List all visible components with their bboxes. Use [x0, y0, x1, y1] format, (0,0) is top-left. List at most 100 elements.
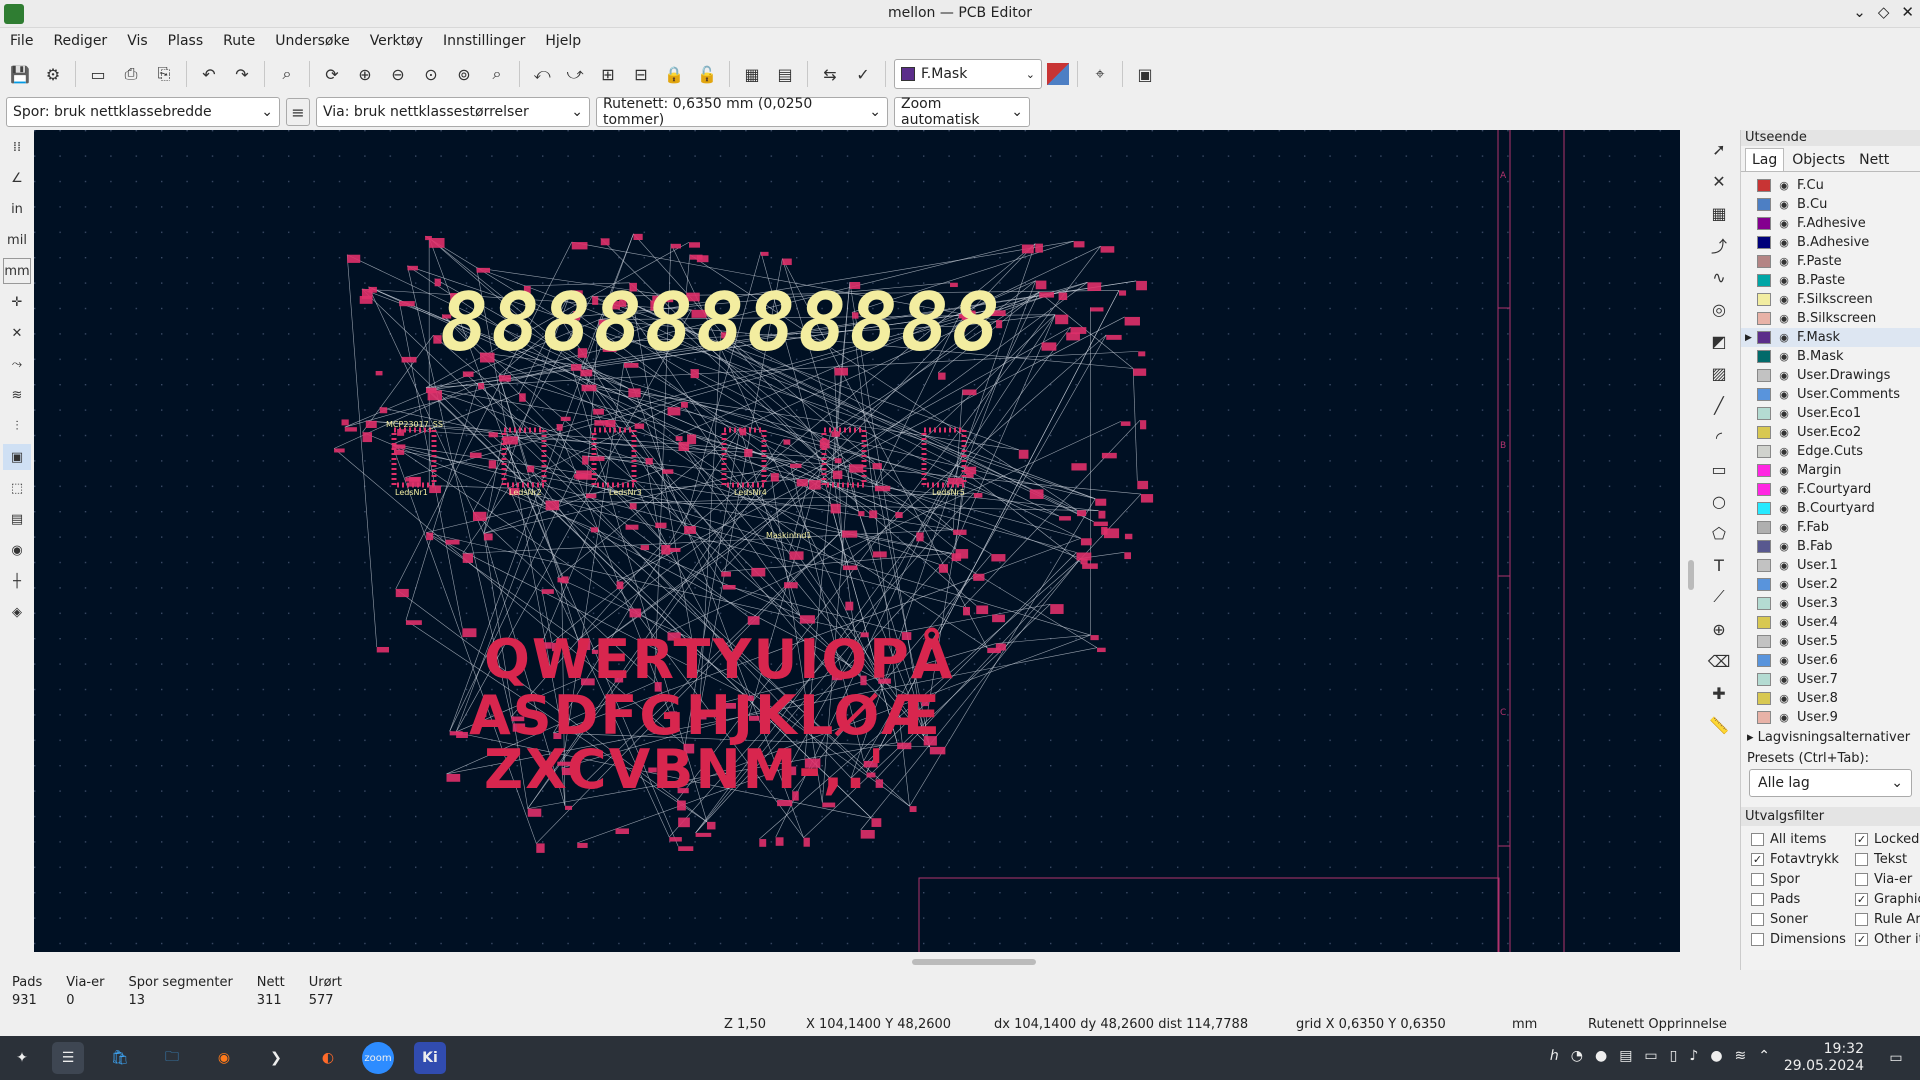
- layer-color-swatch[interactable]: [1757, 540, 1771, 553]
- draw-circle-icon[interactable]: ○: [1705, 488, 1733, 514]
- layer-color-swatch[interactable]: [1757, 179, 1771, 192]
- track-width-select[interactable]: Spor: bruk nettklassebredde ⌄: [6, 97, 280, 127]
- eye-icon[interactable]: ◉: [1777, 179, 1791, 192]
- filter-checkbox[interactable]: [1751, 933, 1764, 946]
- units-mils-button[interactable]: mil: [3, 227, 31, 253]
- units-inches-button[interactable]: in: [3, 196, 31, 222]
- interactive-router-icon[interactable]: ⌖: [1086, 60, 1114, 88]
- eye-icon[interactable]: ◉: [1777, 255, 1791, 268]
- eye-icon[interactable]: ◉: [1777, 293, 1791, 306]
- filter-option[interactable]: Soner: [1751, 912, 1855, 927]
- eye-icon[interactable]: ◉: [1777, 445, 1791, 458]
- layer-color-swatch[interactable]: [1757, 616, 1771, 629]
- battery-icon[interactable]: ▭: [1644, 1048, 1657, 1064]
- units-mm-button[interactable]: mm: [3, 258, 31, 284]
- filter-option[interactable]: ✓ Locked it: [1855, 832, 1920, 847]
- menu-file[interactable]: File: [0, 30, 43, 54]
- rule-area-icon[interactable]: ▨: [1705, 360, 1733, 386]
- eye-icon[interactable]: ◉: [1777, 540, 1791, 553]
- high-contrast-icon[interactable]: ≋: [3, 382, 31, 408]
- layer-color-swatch[interactable]: [1757, 217, 1771, 230]
- layer-color-swatch[interactable]: [1757, 673, 1771, 686]
- add-via-icon[interactable]: ◎: [1705, 296, 1733, 322]
- print-icon[interactable]: ⎙: [117, 60, 145, 88]
- add-dimension-icon[interactable]: ⟋: [1705, 584, 1733, 610]
- app-launcher-icon[interactable]: ✦: [6, 1042, 38, 1074]
- vertical-scrollbar[interactable]: [1686, 130, 1696, 970]
- tab-nets[interactable]: Nett: [1853, 149, 1895, 171]
- grid-toggle-icon[interactable]: ⁞⁞: [3, 134, 31, 160]
- filter-option[interactable]: Rule Are: [1855, 912, 1920, 927]
- layer-color-swatch[interactable]: [1757, 236, 1771, 249]
- track-outline-icon[interactable]: ┼: [3, 568, 31, 594]
- filter-checkbox[interactable]: [1855, 873, 1868, 886]
- layer-color-swatch[interactable]: [1757, 198, 1771, 211]
- filter-checkbox[interactable]: [1751, 873, 1764, 886]
- eye-icon[interactable]: ◉: [1777, 331, 1791, 344]
- layer-color-swatch[interactable]: [1757, 274, 1771, 287]
- eye-icon[interactable]: ◉: [1777, 350, 1791, 363]
- filter-option[interactable]: Tekst: [1855, 852, 1920, 867]
- curved-ratsnest-icon[interactable]: ⤳: [3, 351, 31, 377]
- select-icon[interactable]: ➚: [1705, 136, 1733, 162]
- zoom-objects-icon[interactable]: ⊚: [450, 60, 478, 88]
- eye-icon[interactable]: ◉: [1777, 407, 1791, 420]
- layer-color-swatch[interactable]: [1757, 711, 1771, 724]
- eye-icon[interactable]: ◉: [1777, 692, 1791, 705]
- layer-color-swatch[interactable]: [1757, 483, 1771, 496]
- eye-icon[interactable]: ◉: [1777, 388, 1791, 401]
- layer-row[interactable]: ◉ F.Paste: [1741, 252, 1920, 271]
- appearance-panel-icon[interactable]: ◈: [3, 599, 31, 625]
- filter-option[interactable]: ✓ Fotavtrykk: [1751, 852, 1855, 867]
- store-icon[interactable]: 🛍: [104, 1042, 136, 1074]
- filter-option[interactable]: ✓ Graphics: [1855, 892, 1920, 907]
- refresh-icon[interactable]: ⟳: [318, 60, 346, 88]
- eye-icon[interactable]: ◉: [1777, 597, 1791, 610]
- layer-row[interactable]: ◉ User.Comments: [1741, 385, 1920, 404]
- layer-color-swatch[interactable]: [1757, 407, 1771, 420]
- hp-icon[interactable]: ℎ: [1550, 1048, 1559, 1064]
- layer-color-swatch[interactable]: [1757, 635, 1771, 648]
- cursor-shape-icon[interactable]: ✛: [3, 289, 31, 315]
- eye-icon[interactable]: ◉: [1777, 274, 1791, 287]
- measure-icon[interactable]: 📏: [1705, 712, 1733, 738]
- scripting-console-icon[interactable]: ▣: [1131, 60, 1159, 88]
- add-footprint-icon[interactable]: ▦: [1705, 200, 1733, 226]
- layer-color-swatch[interactable]: [1757, 464, 1771, 477]
- updates-icon[interactable]: ◔: [1571, 1048, 1583, 1064]
- filter-checkbox[interactable]: [1751, 893, 1764, 906]
- layer-row[interactable]: ◉ B.Silkscreen: [1741, 309, 1920, 328]
- layer-row[interactable]: ◉ User.6: [1741, 651, 1920, 670]
- filter-checkbox[interactable]: [1855, 913, 1868, 926]
- layer-row[interactable]: ◉ F.Adhesive: [1741, 214, 1920, 233]
- active-layer-select[interactable]: F.Mask ⌄: [894, 59, 1042, 89]
- layer-color-swatch[interactable]: [1757, 521, 1771, 534]
- pad-outline-icon[interactable]: ▤: [3, 506, 31, 532]
- eye-icon[interactable]: ◉: [1777, 521, 1791, 534]
- layer-row[interactable]: ◉ User.2: [1741, 575, 1920, 594]
- filter-checkbox[interactable]: ✓: [1855, 893, 1868, 906]
- layer-row[interactable]: ◉ User.8: [1741, 689, 1920, 708]
- blender-icon[interactable]: ◐: [312, 1042, 344, 1074]
- layer-color-swatch[interactable]: [1757, 445, 1771, 458]
- mic-icon[interactable]: ●: [1710, 1048, 1722, 1064]
- eye-icon[interactable]: ◉: [1777, 483, 1791, 496]
- clipboard-icon[interactable]: ▤: [1619, 1048, 1632, 1064]
- terminal-icon[interactable]: ❯: [260, 1042, 292, 1074]
- layer-row[interactable]: ◉ Edge.Cuts: [1741, 442, 1920, 461]
- plot-icon[interactable]: ⎘: [150, 60, 178, 88]
- layer-row[interactable]: ◉ User.Eco1: [1741, 404, 1920, 423]
- layer-color-swatch[interactable]: [1757, 578, 1771, 591]
- grid-select[interactable]: Rutenett: 0,6350 mm (0,0250 tommer) ⌄: [596, 96, 888, 128]
- layer-color-swatch[interactable]: [1757, 312, 1771, 325]
- layer-row[interactable]: ◉ User.1: [1741, 556, 1920, 575]
- menu-help[interactable]: Hjelp: [535, 30, 591, 54]
- pcb-canvas[interactable]: A B C 88888888888 QWERTYUIOPÅ ASDFGHJKLØ…: [34, 130, 1680, 952]
- eye-icon[interactable]: ◉: [1777, 711, 1791, 724]
- eye-icon[interactable]: ◉: [1777, 217, 1791, 230]
- eye-icon[interactable]: ◉: [1777, 616, 1791, 629]
- layer-row[interactable]: ◉ B.Mask: [1741, 347, 1920, 366]
- menu-preferences[interactable]: Innstillinger: [433, 30, 535, 54]
- menu-place[interactable]: Plass: [158, 30, 214, 54]
- zoom-fit-icon[interactable]: ⊙: [417, 60, 445, 88]
